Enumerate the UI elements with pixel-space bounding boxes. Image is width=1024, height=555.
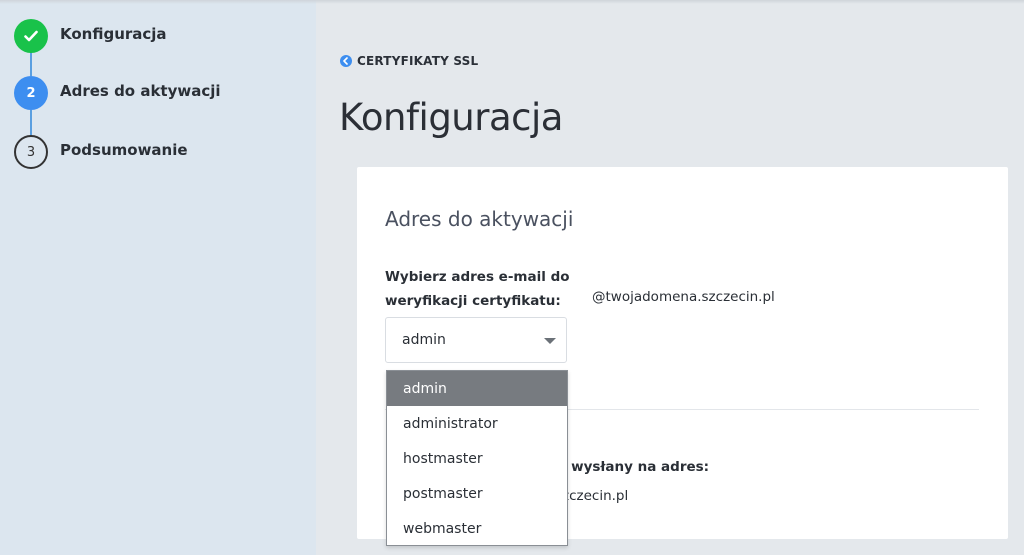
email-dropdown-list: admin administrator hostmaster postmaste… (386, 370, 568, 546)
step-number: 2 (14, 76, 48, 110)
step-podsumowanie[interactable]: 3 Podsumowanie (14, 135, 188, 169)
step-connector (30, 52, 32, 76)
info-value: zczecin.pl (562, 488, 629, 504)
breadcrumb-label: CERTYFIKATY SSL (357, 54, 479, 68)
select-value: admin (402, 332, 446, 348)
top-shadow (0, 0, 1024, 4)
dropdown-option-webmaster[interactable]: webmaster (387, 511, 567, 546)
chevron-down-icon (544, 338, 556, 344)
arrow-left-icon (340, 55, 352, 67)
section-title: Adres do aktywacji (385, 207, 574, 231)
dropdown-option-hostmaster[interactable]: hostmaster (387, 441, 567, 476)
dropdown-option-postmaster[interactable]: postmaster (387, 476, 567, 511)
step-label: Konfiguracja (60, 25, 167, 43)
step-adres[interactable]: 2 Adres do aktywacji (14, 76, 221, 110)
step-label: Adres do aktywacji (60, 82, 221, 100)
dropdown-option-administrator[interactable]: administrator (387, 406, 567, 441)
breadcrumb-back-link[interactable]: CERTYFIKATY SSL (340, 54, 478, 68)
email-field-label: Wybierz adres e-mail do weryfikacji cert… (385, 269, 570, 309)
page-title: Konfiguracja (339, 96, 563, 139)
check-icon (14, 19, 48, 53)
step-number: 3 (14, 135, 48, 169)
email-select[interactable]: admin (385, 317, 567, 363)
sidebar: Konfiguracja 2 Adres do aktywacji 3 Pods… (0, 0, 316, 555)
dropdown-option-admin[interactable]: admin (387, 371, 567, 406)
step-connector (30, 110, 32, 136)
step-label: Podsumowanie (60, 141, 188, 159)
step-konfiguracja[interactable]: Konfiguracja (14, 19, 167, 53)
domain-suffix: @twojadomena.szczecin.pl (592, 289, 775, 305)
